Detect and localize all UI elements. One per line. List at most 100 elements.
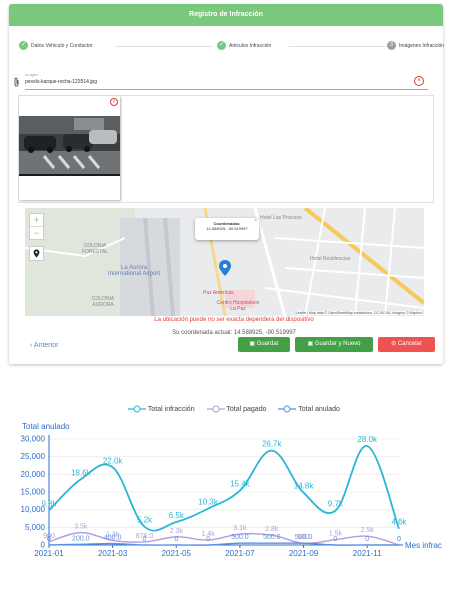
previous-label: Anterior xyxy=(33,342,59,349)
legend-label: Total infracción xyxy=(147,405,195,413)
zoom-control: + − xyxy=(29,213,44,240)
legend-item-pagado[interactable]: Total pagado xyxy=(206,405,269,413)
data-label: 0 xyxy=(174,536,178,543)
y-tick-label: 20,000 xyxy=(21,470,46,479)
y-tick-label: 15,000 xyxy=(21,488,46,497)
data-label: 28.0k xyxy=(357,435,378,444)
field-underline xyxy=(25,89,428,90)
previous-button[interactable]: ‹ Anterior xyxy=(30,342,58,349)
y-tick-label: 25,000 xyxy=(21,452,46,461)
save-icon: ▣ xyxy=(249,341,255,347)
data-label: 0 xyxy=(47,536,51,543)
legend-marker-icon xyxy=(278,405,297,413)
y-tick-label: 30,000 xyxy=(21,435,46,444)
data-label: 2.5k xyxy=(361,527,375,534)
map-label: Centro Hospitalario La Paz xyxy=(216,300,260,312)
data-label: 5.2k xyxy=(137,516,153,525)
check-icon: ✓ xyxy=(217,41,226,51)
map-attribution[interactable]: Leaflet | Map data © OpenStreetMap contr… xyxy=(295,311,422,315)
data-label: 14.8k xyxy=(294,482,315,491)
save-and-new-button[interactable]: ▣ Guardar y Nuevo xyxy=(295,337,373,352)
map-label: COLONIA FORESTAL xyxy=(81,243,109,255)
series-line-0 xyxy=(48,445,400,532)
y-tick-label: 5,000 xyxy=(25,523,46,532)
save-and-new-label: Guardar y Nuevo xyxy=(314,341,361,347)
legend-label: Total pagado xyxy=(226,405,267,413)
x-axis-title: Mes infrac xyxy=(405,541,442,550)
data-label: 400.0 xyxy=(104,535,122,542)
data-label: 9.8k xyxy=(41,499,57,508)
data-label: 3.5k xyxy=(74,524,88,531)
step-images[interactable]: 3 Imágenes Infracción xyxy=(387,41,444,51)
step-connector xyxy=(115,46,213,47)
x-tick-label: 2021-09 xyxy=(289,549,319,558)
x-tick-label: 2021-11 xyxy=(353,549,382,558)
map-label: Hotel Residencias xyxy=(310,256,351,262)
cancel-icon: ⊘ xyxy=(391,341,397,347)
data-label: 3.1k xyxy=(233,525,247,532)
x-tick-label: 2021-07 xyxy=(225,549,255,558)
data-label: 500.0 xyxy=(295,534,313,541)
map-label: Hotel Las Princess xyxy=(260,215,302,221)
x-tick-label: 2021-05 xyxy=(162,549,192,558)
data-label: 0 xyxy=(397,536,401,543)
paperclip-icon[interactable] xyxy=(13,77,20,87)
image-field-label: Imagen xyxy=(25,72,39,77)
save-button[interactable]: ▣ Guardar xyxy=(238,337,290,352)
step-vehicle-driver[interactable]: ✓ Datos Vehiculo y Conductor xyxy=(19,41,93,51)
image-filename: pexels-karque-rocha-123514.jpg xyxy=(25,79,97,85)
data-label: 15.4k xyxy=(230,480,251,489)
check-icon: ✓ xyxy=(19,41,28,51)
data-label: 6.5k xyxy=(169,511,185,520)
zoom-out-button[interactable]: − xyxy=(30,226,43,239)
legend-marker-icon xyxy=(128,405,147,413)
data-label: 9.7k xyxy=(328,500,344,509)
close-popup-icon[interactable]: × xyxy=(254,218,257,224)
coordinates-popup: × Coordenadas: 14.588925, -90.519997 xyxy=(195,218,259,240)
x-tick-label: 2021-03 xyxy=(98,549,128,558)
chart-legend: Total infracción Total pagado Total anul… xyxy=(0,405,468,413)
step-connector xyxy=(289,46,385,47)
step-articles[interactable]: ✓ Articulos Infracción xyxy=(217,41,271,51)
data-label: 2.8k xyxy=(265,526,279,533)
data-label: 500.0 xyxy=(263,534,281,541)
image-thumbnail[interactable]: × xyxy=(19,96,120,200)
page-title: Registro de Infracción xyxy=(9,4,443,26)
step-label: Articulos Infracción xyxy=(229,43,272,49)
data-label: 22.0k xyxy=(103,456,124,465)
current-coordinates: Su coordenada actual: 14.588925, -90.519… xyxy=(172,330,296,336)
data-label: 2.3k xyxy=(170,528,184,535)
x-tick-label: 2021-01 xyxy=(34,549,64,558)
line-chart: 05,00010,00015,00020,00025,00030,000Tota… xyxy=(21,422,442,558)
legend-item-infraccion[interactable]: Total infracción xyxy=(128,405,196,413)
location-warning: La ubicación puede no ser exacta depende… xyxy=(154,317,314,323)
data-label: 4.6k xyxy=(391,518,407,527)
legend-item-anulado[interactable]: Total anulado xyxy=(278,405,340,413)
step-label: Datos Vehiculo y Conductor xyxy=(31,43,93,49)
location-map[interactable]: COLONIA FORESTAL La Aurora International… xyxy=(25,208,424,316)
data-label: 0 xyxy=(365,536,369,543)
save-icon: ▣ xyxy=(307,341,314,347)
remove-image-icon[interactable]: × xyxy=(110,98,118,106)
cancel-button[interactable]: ⊘ Cancelar xyxy=(378,337,435,352)
data-label: 500.0 xyxy=(231,534,249,541)
data-label: 0 xyxy=(206,536,210,543)
data-label: 0 xyxy=(333,536,337,543)
chevron-left-icon: ‹ xyxy=(30,342,33,349)
street-photo-image xyxy=(19,96,120,200)
step-label: Imágenes Infracción xyxy=(399,43,445,49)
data-label: 18.6k xyxy=(71,468,92,477)
legend-label: Total anulado xyxy=(298,405,340,413)
y-axis-title: Total anulado xyxy=(22,422,70,431)
zoom-in-button[interactable]: + xyxy=(30,214,43,226)
clear-file-icon[interactable]: × xyxy=(414,76,424,86)
map-label: COLONIA AURORA xyxy=(91,296,115,308)
step-number: 3 xyxy=(387,41,396,51)
legend-marker-icon xyxy=(206,405,225,413)
data-label: 10.3k xyxy=(198,498,219,507)
map-label: Paz Américas xyxy=(203,290,234,296)
save-label: Guardar xyxy=(256,341,279,347)
locate-button[interactable] xyxy=(29,246,44,261)
data-label: 26.7k xyxy=(262,440,283,449)
image-file-field[interactable]: Imagen pexels-karque-rocha-123514.jpg × xyxy=(13,72,428,90)
